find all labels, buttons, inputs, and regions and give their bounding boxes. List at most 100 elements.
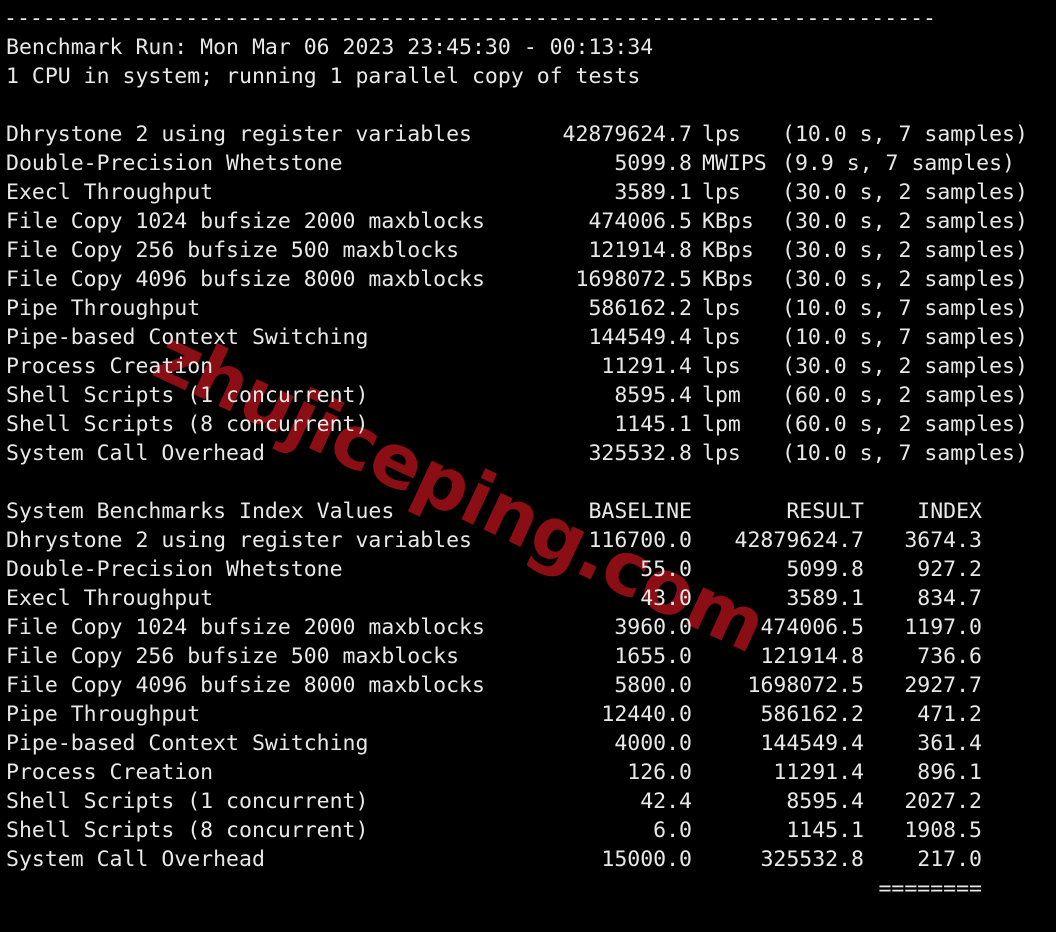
- result-samples: (9.9 s, 7 samples): [782, 151, 1015, 176]
- index-row-result: 474006.5: [760, 615, 864, 640]
- index-row-index: 736.6: [917, 644, 982, 669]
- result-label: Double-Precision Whetstone: [6, 151, 343, 176]
- benchmark-result-row: File Copy 1024 bufsize 2000 maxblocks 474…: [2, 207, 1028, 236]
- benchmark-result-row: Pipe Throughput 586162.2 lps (10.0 s, 7 sam…: [2, 294, 1028, 323]
- index-row-label: Shell Scripts (8 concurrent): [6, 818, 369, 843]
- index-row-label: Process Creation: [6, 760, 214, 785]
- cpu-info-text: 1 CPU in system; running 1 parallel copy…: [6, 64, 641, 89]
- index-table-row: Shell Scripts (1 concurrent) 42.4 8595.4 20…: [2, 787, 982, 816]
- index-table-row: Pipe-based Context Switching 4000.0 144549…: [2, 729, 982, 758]
- index-row-index: 361.4: [917, 731, 982, 756]
- result-samples: (10.0 s, 7 samples): [782, 325, 1028, 350]
- index-row-index: 3674.3: [904, 528, 982, 553]
- result-samples: (60.0 s, 2 samples): [782, 412, 1028, 437]
- result-unit: lpm: [702, 383, 741, 408]
- index-table-row: File Copy 1024 bufsize 2000 maxblocks 396…: [2, 613, 982, 642]
- index-row-label: Double-Precision Whetstone: [6, 557, 343, 582]
- index-row-baseline: 43.0: [640, 586, 692, 611]
- result-label: System Call Overhead: [6, 441, 265, 466]
- benchmark-result-row: Dhrystone 2 using register variables 4287…: [2, 120, 1028, 149]
- benchmark-result-row: File Copy 256 bufsize 500 maxblocks 12191…: [2, 236, 1028, 265]
- result-unit: lps: [702, 296, 741, 321]
- index-row-label: Execl Throughput: [6, 586, 214, 611]
- result-value: 144549.4: [588, 325, 692, 350]
- result-samples: (30.0 s, 2 samples): [782, 354, 1028, 379]
- result-unit: lps: [702, 122, 741, 147]
- benchmark-run-text: Benchmark Run: Mon Mar 06 2023 23:45:30 …: [6, 35, 654, 60]
- index-row-baseline: 5800.0: [614, 673, 692, 698]
- index-table-header: System Benchmarks Index Values BASELINE …: [2, 497, 982, 526]
- result-unit: lps: [702, 325, 741, 350]
- index-table-row: File Copy 4096 bufsize 8000 maxblocks 580…: [2, 671, 982, 700]
- index-row-result: 1145.1: [786, 818, 864, 843]
- benchmark-result-row: File Copy 4096 bufsize 8000 maxblocks 169…: [2, 265, 1028, 294]
- index-row-index: 896.1: [917, 760, 982, 785]
- result-samples: (30.0 s, 2 samples): [782, 209, 1028, 234]
- result-value: 474006.5: [588, 209, 692, 234]
- benchmark-result-row: Double-Precision Whetstone 5099.8 MWIPS (9.…: [2, 149, 1015, 178]
- benchmark-result-row: Process Creation 11291.4 lps (30.0 s, 2 sam…: [2, 352, 1028, 381]
- result-value: 11291.4: [601, 354, 692, 379]
- result-value: 121914.8: [588, 238, 692, 263]
- index-row-result: 42879624.7: [734, 528, 864, 553]
- benchmark-results-block: Dhrystone 2 using register variables 4287…: [2, 120, 1028, 468]
- result-unit: lps: [702, 441, 741, 466]
- index-row-index: 1197.0: [904, 615, 982, 640]
- index-row-result: 8595.4: [786, 789, 864, 814]
- index-row-index: 471.2: [917, 702, 982, 727]
- index-row-baseline: 116700.0: [588, 528, 692, 553]
- index-row-result: 121914.8: [760, 644, 864, 669]
- index-table-row: Dhrystone 2 using register variables 1167…: [2, 526, 982, 555]
- result-value: 1698072.5: [575, 267, 693, 292]
- terminal-output: ----------------------------------------…: [0, 0, 1028, 932]
- result-value: 325532.8: [588, 441, 692, 466]
- index-table-row: System Call Overhead 15000.0 325532.8 217.0: [2, 845, 982, 874]
- result-unit: lps: [702, 354, 741, 379]
- index-row-baseline: 6.0: [653, 818, 692, 843]
- index-row-index: 2027.2: [904, 789, 982, 814]
- index-table-row: File Copy 256 bufsize 500 maxblocks 1655.…: [2, 642, 982, 671]
- result-unit: MWIPS: [702, 151, 767, 176]
- index-row-result: 586162.2: [760, 702, 864, 727]
- result-value: 586162.2: [588, 296, 692, 321]
- index-row-baseline: 12440.0: [601, 702, 692, 727]
- index-row-result: 144549.4: [760, 731, 864, 756]
- result-label: Execl Throughput: [6, 180, 214, 205]
- index-row-result: 3589.1: [786, 586, 864, 611]
- index-row-index: 834.7: [917, 586, 982, 611]
- index-row-index: 1908.5: [904, 818, 982, 843]
- benchmark-result-row: Shell Scripts (1 concurrent) 8595.4 lpm (60…: [2, 381, 1028, 410]
- index-values-block: Dhrystone 2 using register variables 1167…: [2, 526, 982, 874]
- index-row-baseline: 42.4: [640, 789, 692, 814]
- index-row-result: 5099.8: [786, 557, 864, 582]
- column-header-index: INDEX: [917, 499, 982, 524]
- terminal-window: zhujiceping.com ------------------------…: [0, 0, 1056, 932]
- score-separator: ========: [878, 876, 982, 901]
- result-unit: KBps: [702, 238, 754, 263]
- index-row-baseline: 4000.0: [614, 731, 692, 756]
- index-row-label: Pipe-based Context Switching: [6, 731, 369, 756]
- index-row-label: Shell Scripts (1 concurrent): [6, 789, 369, 814]
- benchmark-result-row: Pipe-based Context Switching 144549.4 lps (…: [2, 323, 1028, 352]
- result-label: Pipe-based Context Switching: [6, 325, 369, 350]
- index-row-baseline: 3960.0: [614, 615, 692, 640]
- result-label: Pipe Throughput: [6, 296, 201, 321]
- result-value: 1145.1: [614, 412, 692, 437]
- index-row-baseline: 15000.0: [601, 847, 692, 872]
- result-label: Shell Scripts (8 concurrent): [6, 412, 369, 437]
- result-unit: KBps: [702, 209, 754, 234]
- result-label: Shell Scripts (1 concurrent): [6, 383, 369, 408]
- column-header-baseline: BASELINE: [588, 499, 692, 524]
- separator-rule-top: ----------------------------------------…: [2, 4, 936, 33]
- index-table-row: Pipe Throughput 12440.0 586162.2 471.2: [2, 700, 982, 729]
- index-row-index: 217.0: [917, 847, 982, 872]
- rule-text: ----------------------------------------…: [4, 6, 936, 31]
- result-unit: KBps: [702, 267, 754, 292]
- index-table-row: Shell Scripts (8 concurrent) 6.0 1145.1 190…: [2, 816, 982, 845]
- index-row-baseline: 126.0: [627, 760, 692, 785]
- benchmark-result-row: System Call Overhead 325532.8 lps (10.0 s, …: [2, 439, 1028, 468]
- column-header-result: RESULT: [786, 499, 864, 524]
- result-samples: (10.0 s, 7 samples): [782, 441, 1028, 466]
